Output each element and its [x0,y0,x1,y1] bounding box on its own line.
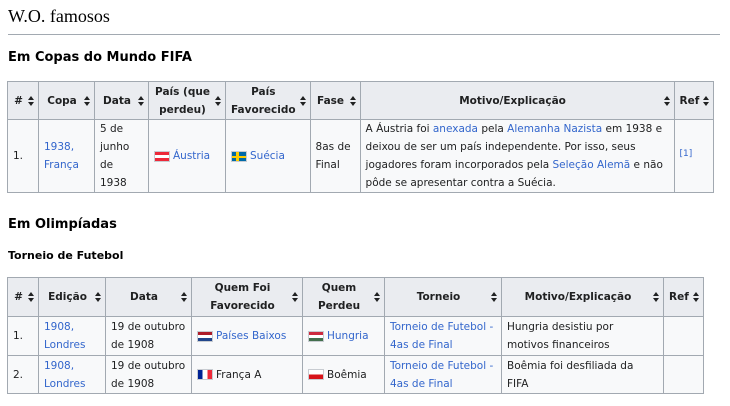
selecao-alema-link[interactable]: Seleção Alemã [553,159,631,171]
sort-icon [692,292,699,302]
table-row: 1. 1938, França 5 de junho de 1938 Áustr… [7,119,715,193]
sort-icon [28,292,34,302]
olympics-table: # Edição Data Quem Foi Favorecido Quem P… [7,277,704,394]
column-header-edicao[interactable]: Edição [38,277,106,317]
phase-text: 8as de Final [309,119,361,193]
explanation-cell: A Áustria foi anexada pela Alemanha Nazi… [359,119,675,193]
column-header-torneio[interactable]: Torneio [384,277,502,317]
column-header-number[interactable]: # [7,81,39,120]
country-link-austria[interactable]: Áustria [173,150,210,162]
sort-icon [491,292,497,302]
table-header-row: # Copa Data País (que perdeu) País Favor… [7,81,715,120]
sort-icon [84,95,90,106]
anexada-link[interactable]: anexada [433,123,478,135]
section-heading-world-cup: Em Copas do Mundo FIFA [8,50,192,65]
sort-icon [138,95,144,106]
sweden-flag-icon [231,150,247,162]
reference-link[interactable]: [1] [680,149,693,159]
copa-link[interactable]: 1938, França [44,141,79,171]
sort-icon [28,95,34,106]
sort-icon [292,292,298,302]
column-header-data[interactable]: Data [105,277,192,317]
austria-flag-icon [154,150,170,162]
tournament-link[interactable]: Torneio de Futebol - 4as de Final [390,360,493,390]
sort-icon [663,95,670,106]
bohemia-flag-icon [308,369,324,380]
table-header-row: # Edição Data Quem Foi Favorecido Quem P… [7,277,704,317]
netherlands-flag-icon [197,330,213,342]
reference-cell [663,355,704,394]
row-number: 1. [7,316,39,356]
edition-link[interactable]: 1908, Londres [44,360,85,390]
country-link-hungary[interactable]: Hungria [327,330,369,342]
section-heading-olympics: Em Olimpíadas [8,217,117,232]
column-header-motivo[interactable]: Motivo/Explicação [359,81,675,120]
match-date: 19 de outubro de 1908 [105,355,192,394]
match-date: 5 de junho de 1938 [94,119,149,193]
table-row: 2. 1908, Londres 19 de outubro de 1908 F… [7,355,704,394]
column-header-pais-perdeu[interactable]: País (que perdeu) [148,81,226,120]
sort-icon [349,95,356,106]
explanation-cell: Boêmia foi desfiliada da FIFA [501,355,664,394]
column-header-ref[interactable]: Ref [663,277,704,317]
country-link-netherlands[interactable]: Países Baixos [216,330,286,342]
hungary-flag-icon [308,330,324,342]
column-header-motivo[interactable]: Motivo/Explicação [501,277,664,317]
page-title: W.O. famosos [8,6,110,26]
row-number: 1. [7,119,39,193]
team-name-bohemia: Boêmia [327,368,367,381]
title-divider [8,34,720,35]
subsection-heading-football: Torneio de Futebol [8,249,124,262]
sort-icon [95,292,101,302]
column-header-copa[interactable]: Copa [38,81,95,120]
column-header-data[interactable]: Data [94,81,149,120]
sort-icon [653,292,659,302]
sort-icon [215,95,221,106]
column-header-fase[interactable]: Fase [309,81,361,120]
row-number: 2. [7,355,39,394]
column-header-ref[interactable]: Ref [673,81,715,120]
team-name-france-a: França A [216,368,262,381]
column-header-quem-foi-favorecido[interactable]: Quem Foi Favorecido [191,277,303,317]
table-row: 1. 1908, Londres 19 de outubro de 1908 P… [7,316,704,356]
sort-icon [703,95,710,106]
france-flag-icon [197,369,213,380]
sort-icon [374,292,380,302]
column-header-pais-favorecido[interactable]: País Favorecido [225,81,311,120]
tournament-link[interactable]: Torneio de Futebol - 4as de Final [390,321,493,351]
match-date: 19 de outubro de 1908 [105,316,192,356]
alemanha-nazista-link[interactable]: Alemanha Nazista [507,123,602,135]
country-link-sweden[interactable]: Suécia [250,150,285,162]
sort-icon [299,95,306,106]
column-header-quem-perdeu[interactable]: Quem Perdeu [302,277,385,317]
column-header-number[interactable]: # [7,277,39,317]
sort-icon [181,292,187,302]
edition-link[interactable]: 1908, Londres [44,321,85,351]
reference-cell [663,316,704,356]
world-cup-table: # Copa Data País (que perdeu) País Favor… [7,81,715,193]
explanation-cell: Hungria desistiu por motivos financeiros [501,316,664,356]
